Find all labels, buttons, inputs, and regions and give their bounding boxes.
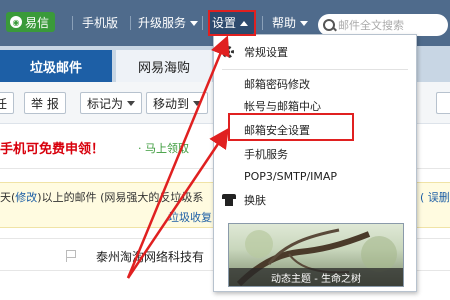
arrow-to-settings (126, 35, 230, 279)
arrow-to-security (126, 127, 229, 279)
annotation-arrows (126, 35, 230, 279)
